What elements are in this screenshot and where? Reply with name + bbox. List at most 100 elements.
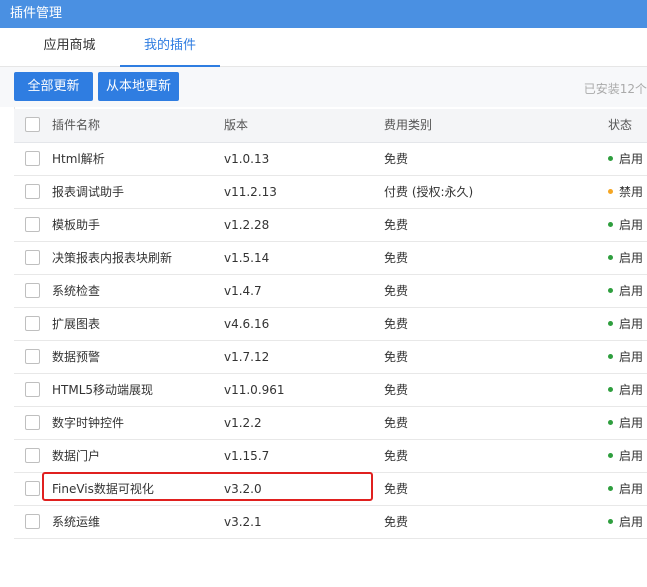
plugin-fee: 免费: [384, 251, 409, 265]
plugin-name: FineVis数据可视化: [52, 482, 154, 496]
plugin-name: 决策报表内报表块刷新: [52, 251, 173, 265]
status-label: 启用: [619, 317, 644, 331]
table-header: 插件名称 版本 费用类别 状态: [14, 109, 647, 143]
update-all-button[interactable]: 全部更新: [14, 72, 93, 101]
update-from-local-button[interactable]: 从本地更新: [98, 72, 179, 101]
status-dot-icon: [608, 222, 613, 227]
status-label: 启用: [619, 515, 644, 529]
plugin-version: v11.0.961: [224, 383, 285, 397]
plugin-fee: 免费: [384, 284, 409, 298]
plugin-fee: 免费: [384, 152, 409, 166]
plugin-status[interactable]: 启用: [608, 341, 643, 373]
plugin-version: v1.2.2: [224, 416, 262, 430]
plugin-version: v1.0.13: [224, 152, 270, 166]
plugin-status[interactable]: 启用: [608, 473, 643, 505]
status-dot-icon: [608, 519, 613, 524]
plugin-status[interactable]: 启用: [608, 242, 643, 274]
plugin-fee: 免费: [384, 482, 409, 496]
table-row: 决策报表内报表块刷新 v1.5.14 免费 启用: [14, 242, 647, 275]
plugin-status[interactable]: 启用: [608, 440, 643, 472]
plugin-version: v4.6.16: [224, 317, 270, 331]
plugin-fee: 免费: [384, 416, 409, 430]
status-dot-icon: [608, 354, 613, 359]
table-row: FineVis数据可视化 v3.2.0 免费 启用: [14, 473, 647, 506]
status-label: 启用: [619, 416, 644, 430]
plugin-status[interactable]: 启用: [608, 275, 643, 307]
status-dot-icon: [608, 189, 613, 194]
status-label: 启用: [619, 152, 644, 166]
row-checkbox[interactable]: [25, 514, 40, 529]
tab-my-plugins[interactable]: 我的插件: [120, 28, 220, 67]
table-row: Html解析 v1.0.13 免费 启用: [14, 143, 647, 176]
status-label: 启用: [619, 284, 644, 298]
plugin-version: v11.2.13: [224, 185, 277, 199]
header-fee: 费用类别: [384, 118, 433, 132]
status-dot-icon: [608, 255, 613, 260]
table-row: 模板助手 v1.2.28 免费 启用: [14, 209, 647, 242]
status-label: 启用: [619, 218, 644, 232]
status-dot-icon: [608, 288, 613, 293]
plugin-fee: 付费 (授权:永久): [384, 185, 474, 199]
status-dot-icon: [608, 387, 613, 392]
toolbar: 全部更新 从本地更新: [0, 67, 647, 107]
header-version: 版本: [224, 118, 249, 132]
plugin-name: 模板助手: [52, 218, 101, 232]
status-dot-icon: [608, 156, 613, 161]
status-dot-icon: [608, 420, 613, 425]
row-checkbox[interactable]: [25, 217, 40, 232]
status-label: 启用: [619, 350, 644, 364]
plugin-version: v1.7.12: [224, 350, 270, 364]
window-title: 插件管理: [0, 0, 647, 28]
row-checkbox[interactable]: [25, 415, 40, 430]
plugin-status[interactable]: 禁用: [608, 176, 643, 208]
plugin-fee: 免费: [384, 515, 409, 529]
plugin-fee: 免费: [384, 218, 409, 232]
plugin-version: v1.4.7: [224, 284, 262, 298]
row-checkbox[interactable]: [25, 481, 40, 496]
plugin-status[interactable]: 启用: [608, 407, 643, 439]
plugin-fee: 免费: [384, 317, 409, 331]
plugin-name: 数据门户: [52, 449, 101, 463]
table-row: 数据门户 v1.15.7 免费 启用: [14, 440, 647, 473]
table-row: 报表调试助手 v11.2.13 付费 (授权:永久) 禁用: [14, 176, 647, 209]
table-row: 扩展图表 v4.6.16 免费 启用: [14, 308, 647, 341]
plugin-table: 插件名称 版本 费用类别 状态 Html解析 v1.0.13 免费 启用 报表调试助手 v…: [14, 109, 647, 539]
plugin-version: v3.2.1: [224, 515, 262, 529]
row-checkbox[interactable]: [25, 151, 40, 166]
plugin-version: v1.2.28: [224, 218, 270, 232]
row-checkbox[interactable]: [25, 184, 40, 199]
row-checkbox[interactable]: [25, 448, 40, 463]
plugin-status[interactable]: 启用: [608, 506, 643, 538]
plugin-status[interactable]: 启用: [608, 143, 643, 175]
status-label: 启用: [619, 383, 644, 397]
table-row: 系统检查 v1.4.7 免费 启用: [14, 275, 647, 308]
header-name: 插件名称: [52, 118, 101, 132]
row-checkbox[interactable]: [25, 316, 40, 331]
status-label: 启用: [619, 482, 644, 496]
plugin-version: v1.15.7: [224, 449, 270, 463]
row-checkbox[interactable]: [25, 250, 40, 265]
plugin-status[interactable]: 启用: [608, 209, 643, 241]
plugin-status[interactable]: 启用: [608, 308, 643, 340]
installed-count: 已安装12个: [583, 82, 647, 96]
table-row: HTML5移动端展现 v11.0.961 免费 启用: [14, 374, 647, 407]
plugin-name: 系统检查: [52, 284, 101, 298]
status-dot-icon: [608, 321, 613, 326]
select-all-checkbox[interactable]: [25, 117, 40, 132]
table-row: 数据预警 v1.7.12 免费 启用: [14, 341, 647, 374]
plugin-status[interactable]: 启用: [608, 374, 643, 406]
tab-bar: 应用商城 我的插件: [0, 28, 647, 67]
plugin-fee: 免费: [384, 350, 409, 364]
row-checkbox[interactable]: [25, 382, 40, 397]
plugin-name: 扩展图表: [52, 317, 101, 331]
status-dot-icon: [608, 453, 613, 458]
plugin-name: 数字时钟控件: [52, 416, 125, 430]
status-label: 启用: [619, 449, 644, 463]
row-checkbox[interactable]: [25, 349, 40, 364]
plugin-version: v3.2.0: [224, 482, 262, 496]
plugin-name: 数据预警: [52, 350, 101, 364]
tab-app-store[interactable]: 应用商城: [22, 28, 117, 67]
plugin-name: 系统运维: [52, 515, 101, 529]
row-checkbox[interactable]: [25, 283, 40, 298]
plugin-name: 报表调试助手: [52, 185, 125, 199]
